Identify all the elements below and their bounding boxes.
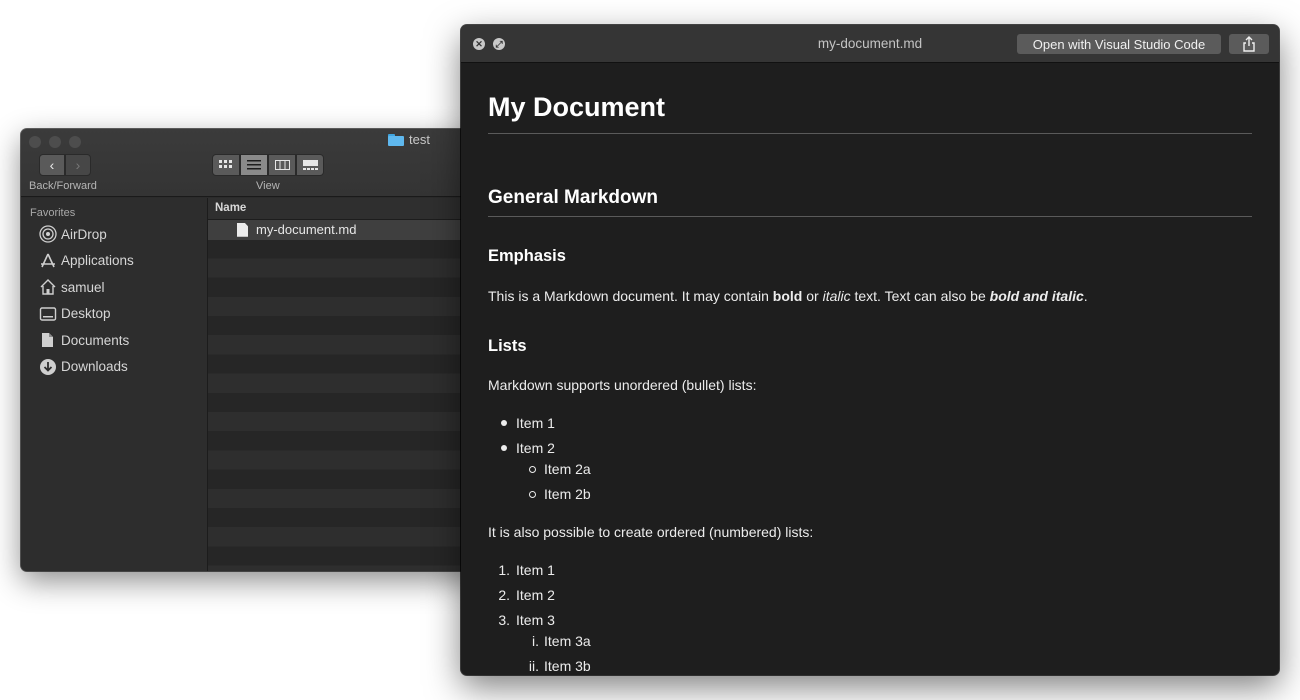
list-item: Item 3	[516, 612, 555, 628]
text-run: or	[802, 288, 823, 304]
file-rows: my-document.md	[208, 220, 481, 571]
airdrop-icon	[39, 225, 57, 243]
column-view-button[interactable]	[268, 154, 296, 176]
sidebar-item-label: Downloads	[61, 359, 128, 375]
emphasis-heading: Emphasis	[488, 247, 566, 265]
back-forward-label: Back/Forward	[29, 180, 97, 192]
sidebar-item-downloads[interactable]: Downloads	[21, 354, 207, 381]
quicklook-window: ✕ ⤢ my-document.md Open with Visual Stud…	[461, 25, 1279, 675]
sidebar-item-label: samuel	[61, 279, 105, 295]
sidebar-item-airdrop[interactable]: AirDrop	[21, 221, 207, 248]
list-item: Item 2	[516, 587, 555, 603]
document-file-icon	[237, 222, 248, 237]
bold-text: bold	[772, 288, 803, 304]
ordered-intro: It is also possible to create ordered (n…	[488, 524, 814, 540]
section-divider	[488, 216, 1252, 217]
share-icon	[1243, 36, 1255, 52]
emphasis-paragraph: This is a Markdown document. It may cont…	[488, 288, 1088, 304]
list-number: i.	[532, 633, 539, 649]
finder-sidebar: Favorites AirDrop Applications samuel De…	[21, 198, 208, 571]
sidebar-item-desktop[interactable]: Desktop	[21, 301, 207, 328]
sidebar-item-label: Applications	[61, 253, 134, 269]
sub-bullet-marker	[529, 491, 536, 498]
list-number: 1.	[498, 562, 510, 578]
text-run: text. Text can also be	[850, 288, 990, 304]
folder-icon	[388, 133, 404, 146]
sub-bullet-marker	[529, 466, 536, 473]
close-window-button[interactable]	[29, 136, 41, 148]
bold-italic-text: bold and italic	[989, 288, 1084, 304]
desktop-icon	[39, 305, 57, 323]
chevron-left-icon: ‹	[49, 157, 55, 173]
chevron-right-icon: ›	[75, 157, 81, 173]
list-item: Item 3b	[544, 658, 591, 674]
zoom-window-button[interactable]	[69, 136, 81, 148]
gallery-view-icon	[302, 160, 318, 170]
column-view-icon	[274, 160, 290, 170]
home-icon	[39, 278, 57, 296]
sidebar-item-label: Documents	[61, 332, 130, 348]
list-number: 3.	[498, 612, 510, 628]
minimize-window-button[interactable]	[49, 136, 61, 148]
view-label: View	[256, 180, 280, 192]
document-title: My Document	[488, 92, 666, 122]
finder-window-title: test	[388, 132, 430, 147]
applications-icon	[39, 252, 57, 270]
lists-heading: Lists	[488, 337, 527, 355]
title-divider	[488, 133, 1252, 134]
general-markdown-heading: General Markdown	[488, 187, 658, 208]
open-with-button[interactable]: Open with Visual Studio Code	[1017, 34, 1221, 54]
finder-toolbar: test ‹ › Back/Forward View	[21, 129, 481, 197]
unordered-intro: Markdown supports unordered (bullet) lis…	[488, 377, 757, 393]
icon-view-icon	[219, 160, 232, 168]
text-run: .	[1083, 288, 1088, 304]
list-item: Item 2b	[544, 486, 591, 502]
list-item: Item 1	[516, 415, 555, 431]
list-number: 2.	[498, 587, 510, 603]
sidebar-header: Favorites	[30, 207, 76, 219]
markdown-preview: My Document General Markdown Emphasis Th…	[488, 63, 1252, 675]
list-view-icon	[247, 160, 261, 170]
italic-text: italic	[822, 288, 851, 304]
file-row-my-document[interactable]: my-document.md	[208, 220, 481, 240]
name-column-header[interactable]: Name	[208, 198, 481, 220]
list-item: Item 3a	[544, 633, 591, 649]
forward-button[interactable]: ›	[65, 154, 91, 176]
sidebar-item-label: Desktop	[61, 306, 111, 322]
list-item: Item 1	[516, 562, 555, 578]
finder-window: test ‹ › Back/Forward View Favorites Air…	[21, 129, 481, 571]
bullet-marker	[501, 445, 507, 451]
documents-icon	[39, 331, 57, 349]
list-item: Item 2a	[544, 461, 591, 477]
share-button[interactable]	[1229, 34, 1269, 54]
list-number: ii.	[528, 658, 539, 674]
icon-view-button[interactable]	[212, 154, 240, 176]
sidebar-item-documents[interactable]: Documents	[21, 327, 207, 354]
file-list: Name my-document.md	[208, 198, 481, 571]
text-run: This is a Markdown document. It may cont…	[488, 288, 773, 304]
sidebar-item-label: AirDrop	[61, 226, 107, 242]
list-item: Item 2	[516, 440, 555, 456]
list-view-button[interactable]	[240, 154, 268, 176]
view-mode-group	[212, 154, 324, 176]
back-forward-group: ‹ ›	[39, 154, 91, 176]
finder-title-text: test	[409, 132, 430, 147]
bullet-marker	[501, 420, 507, 426]
downloads-icon	[39, 358, 57, 376]
quicklook-titlebar: ✕ ⤢ my-document.md Open with Visual Stud…	[461, 25, 1279, 63]
file-name: my-document.md	[256, 222, 357, 238]
gallery-view-button[interactable]	[296, 154, 324, 176]
sidebar-item-applications[interactable]: Applications	[21, 248, 207, 275]
back-button[interactable]: ‹	[39, 154, 65, 176]
sidebar-item-samuel[interactable]: samuel	[21, 274, 207, 301]
